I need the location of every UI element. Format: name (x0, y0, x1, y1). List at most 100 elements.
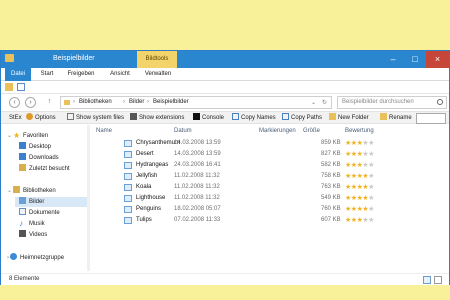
tab-datei[interactable]: Datei (5, 68, 31, 81)
image-file-icon (124, 173, 132, 180)
sidebar-item-heimnetzgruppe[interactable]: › Heimnetzgruppe (7, 253, 64, 263)
rating-stars[interactable]: ★★★★★ (345, 172, 374, 181)
image-file-icon (124, 206, 132, 213)
sidebar-scrollbar[interactable] (87, 125, 90, 271)
column-header-name[interactable]: Name (96, 126, 112, 136)
chevron-down-icon: ⌄ (7, 188, 13, 194)
sidebar-item-downloads[interactable]: Downloads (19, 153, 59, 163)
rating-stars[interactable]: ★★★★★ (345, 150, 374, 159)
file-row[interactable]: Desert 14.03.2008 13:59 827 KB ★★★★★ (91, 150, 391, 159)
show-extensions-button[interactable]: Show extensions (130, 113, 184, 124)
console-button[interactable]: Console (193, 113, 224, 124)
sidebar-item-musik[interactable]: ♪ Musik (19, 219, 45, 229)
libraries-icon (13, 186, 21, 193)
star-empty-icon[interactable]: ★ (368, 162, 374, 169)
music-icon: ♪ (19, 219, 23, 228)
navigation-bar: ‹ › ↑ › Bibliotheken › Bilder › Beispiel… (1, 94, 449, 111)
star-empty-icon[interactable]: ★ (368, 217, 374, 224)
breadcrumb-bibliotheken[interactable]: Bibliotheken (79, 99, 112, 105)
rename-icon (380, 113, 387, 120)
file-row[interactable]: Koala 11.02.2008 11:32 763 KB ★★★★★ (91, 183, 391, 192)
tab-freigeben[interactable]: Freigeben (63, 68, 99, 81)
file-row[interactable]: Jellyfish 11.02.2008 11:32 758 KB ★★★★★ (91, 172, 391, 181)
rating-stars[interactable]: ★★★★★ (345, 205, 374, 214)
tab-ansicht[interactable]: Ansicht (105, 68, 135, 81)
star-empty-icon[interactable]: ★ (368, 140, 374, 147)
search-input[interactable]: Beispielbilder durchsuchen (337, 96, 447, 109)
file-date: 11.02.2008 11:32 (174, 173, 220, 179)
downloads-icon (19, 153, 26, 160)
window-title: Beispielbilder (53, 55, 95, 62)
rating-stars[interactable]: ★★★★★ (345, 216, 374, 225)
details-view-icon[interactable] (423, 276, 431, 284)
sidebar-item-favoriten[interactable]: ⌄★ Favoriten (7, 131, 48, 141)
console-icon (193, 113, 200, 120)
copy-icon (232, 113, 239, 120)
column-header-date[interactable]: Datum (174, 126, 192, 136)
refresh-icon[interactable]: ↻ (322, 99, 327, 106)
file-size: 827 KB (321, 151, 341, 157)
rating-stars[interactable]: ★★★★★ (345, 183, 374, 192)
maximize-button[interactable]: □ (404, 51, 426, 68)
forward-button[interactable]: › (25, 97, 36, 108)
show-system-files-button[interactable]: Show system files (67, 113, 124, 124)
sidebar-item-bibliotheken[interactable]: ⌄ Bibliotheken (7, 186, 56, 196)
stexbar-command-input[interactable] (416, 113, 446, 124)
folder-icon[interactable] (5, 83, 13, 91)
file-row[interactable]: Lighthouse 11.02.2008 11:32 549 KB ★★★★★ (91, 194, 391, 203)
star-empty-icon[interactable]: ★ (368, 206, 374, 213)
file-name: Penguins (136, 206, 162, 212)
star-empty-icon[interactable]: ★ (368, 195, 374, 202)
up-button[interactable]: ↑ (44, 97, 55, 108)
homegroup-icon (10, 253, 17, 260)
videos-icon (19, 230, 26, 237)
folder-icon (5, 54, 14, 62)
file-name: Tulips (136, 217, 152, 223)
chevron-down-icon[interactable]: ⌄ (311, 99, 316, 106)
rating-stars[interactable]: ★★★★★ (345, 194, 374, 203)
sidebar-item-desktop[interactable]: Desktop (19, 142, 51, 152)
tab-verwalten[interactable]: Verwalten (141, 68, 175, 81)
address-bar[interactable]: › Bibliotheken › Bilder › Beispielbilder… (60, 96, 332, 109)
sidebar-item-bilder[interactable]: Bilder (15, 197, 87, 207)
rename-button[interactable]: Rename (380, 113, 412, 124)
column-header-size[interactable]: Größe (303, 126, 320, 136)
file-size: 859 KB (321, 140, 341, 146)
minimize-button[interactable]: – (382, 51, 404, 68)
column-header-rating[interactable]: Bewertung (345, 126, 374, 136)
file-date: 14.03.2008 13:59 (174, 151, 221, 157)
breadcrumb-separator: › (123, 99, 125, 105)
large-icons-view-icon[interactable] (434, 276, 442, 284)
rating-stars[interactable]: ★★★★★ (345, 139, 374, 148)
context-tab-bildtools[interactable]: Bildtools (137, 51, 177, 68)
back-button[interactable]: ‹ (9, 97, 20, 108)
file-size: 607 KB (321, 217, 341, 223)
sidebar-item-dokumente[interactable]: Dokumente (19, 208, 60, 218)
file-row[interactable]: Tulips 07.02.2008 11:33 607 KB ★★★★★ (91, 216, 391, 225)
new-folder-button[interactable]: New Folder (329, 113, 369, 124)
properties-icon[interactable] (17, 83, 25, 91)
tab-start[interactable]: Start (35, 68, 59, 81)
star-empty-icon[interactable]: ★ (368, 151, 374, 158)
sidebar-item-videos[interactable]: Videos (19, 230, 47, 240)
file-name: Jellyfish (136, 173, 158, 179)
file-row[interactable]: Chrysanthemum 14.03.2008 13:59 859 KB ★★… (91, 139, 391, 148)
copy-paths-button[interactable]: Copy Paths (282, 113, 322, 124)
file-size: 582 KB (321, 162, 341, 168)
column-header-tags[interactable]: Markierungen (259, 126, 296, 136)
file-row[interactable]: Hydrangeas 24.03.2008 16:41 582 KB ★★★★★ (91, 161, 391, 170)
star-empty-icon[interactable]: ★ (368, 173, 374, 180)
star-empty-icon[interactable]: ★ (368, 184, 374, 191)
breadcrumb-bilder[interactable]: Bilder (129, 99, 144, 105)
sidebar-item-zuletzt-besucht[interactable]: Zuletzt besucht (19, 164, 70, 174)
quick-access-toolbar (1, 81, 449, 94)
breadcrumb-separator: › (147, 99, 149, 105)
stexbar-toolbar: StEx Options Show system files Show exte… (1, 111, 449, 124)
navigation-pane: ⌄★ Favoriten Desktop Downloads Zuletzt be… (1, 125, 87, 271)
copy-names-button[interactable]: Copy Names (232, 113, 276, 124)
rating-stars[interactable]: ★★★★★ (345, 161, 374, 170)
file-row[interactable]: Penguins 18.02.2008 05:07 760 KB ★★★★★ (91, 205, 391, 214)
options-button[interactable]: Options (26, 113, 56, 124)
breadcrumb-beispielbilder[interactable]: Beispielbilder (153, 99, 189, 105)
close-button[interactable]: × (426, 51, 449, 68)
